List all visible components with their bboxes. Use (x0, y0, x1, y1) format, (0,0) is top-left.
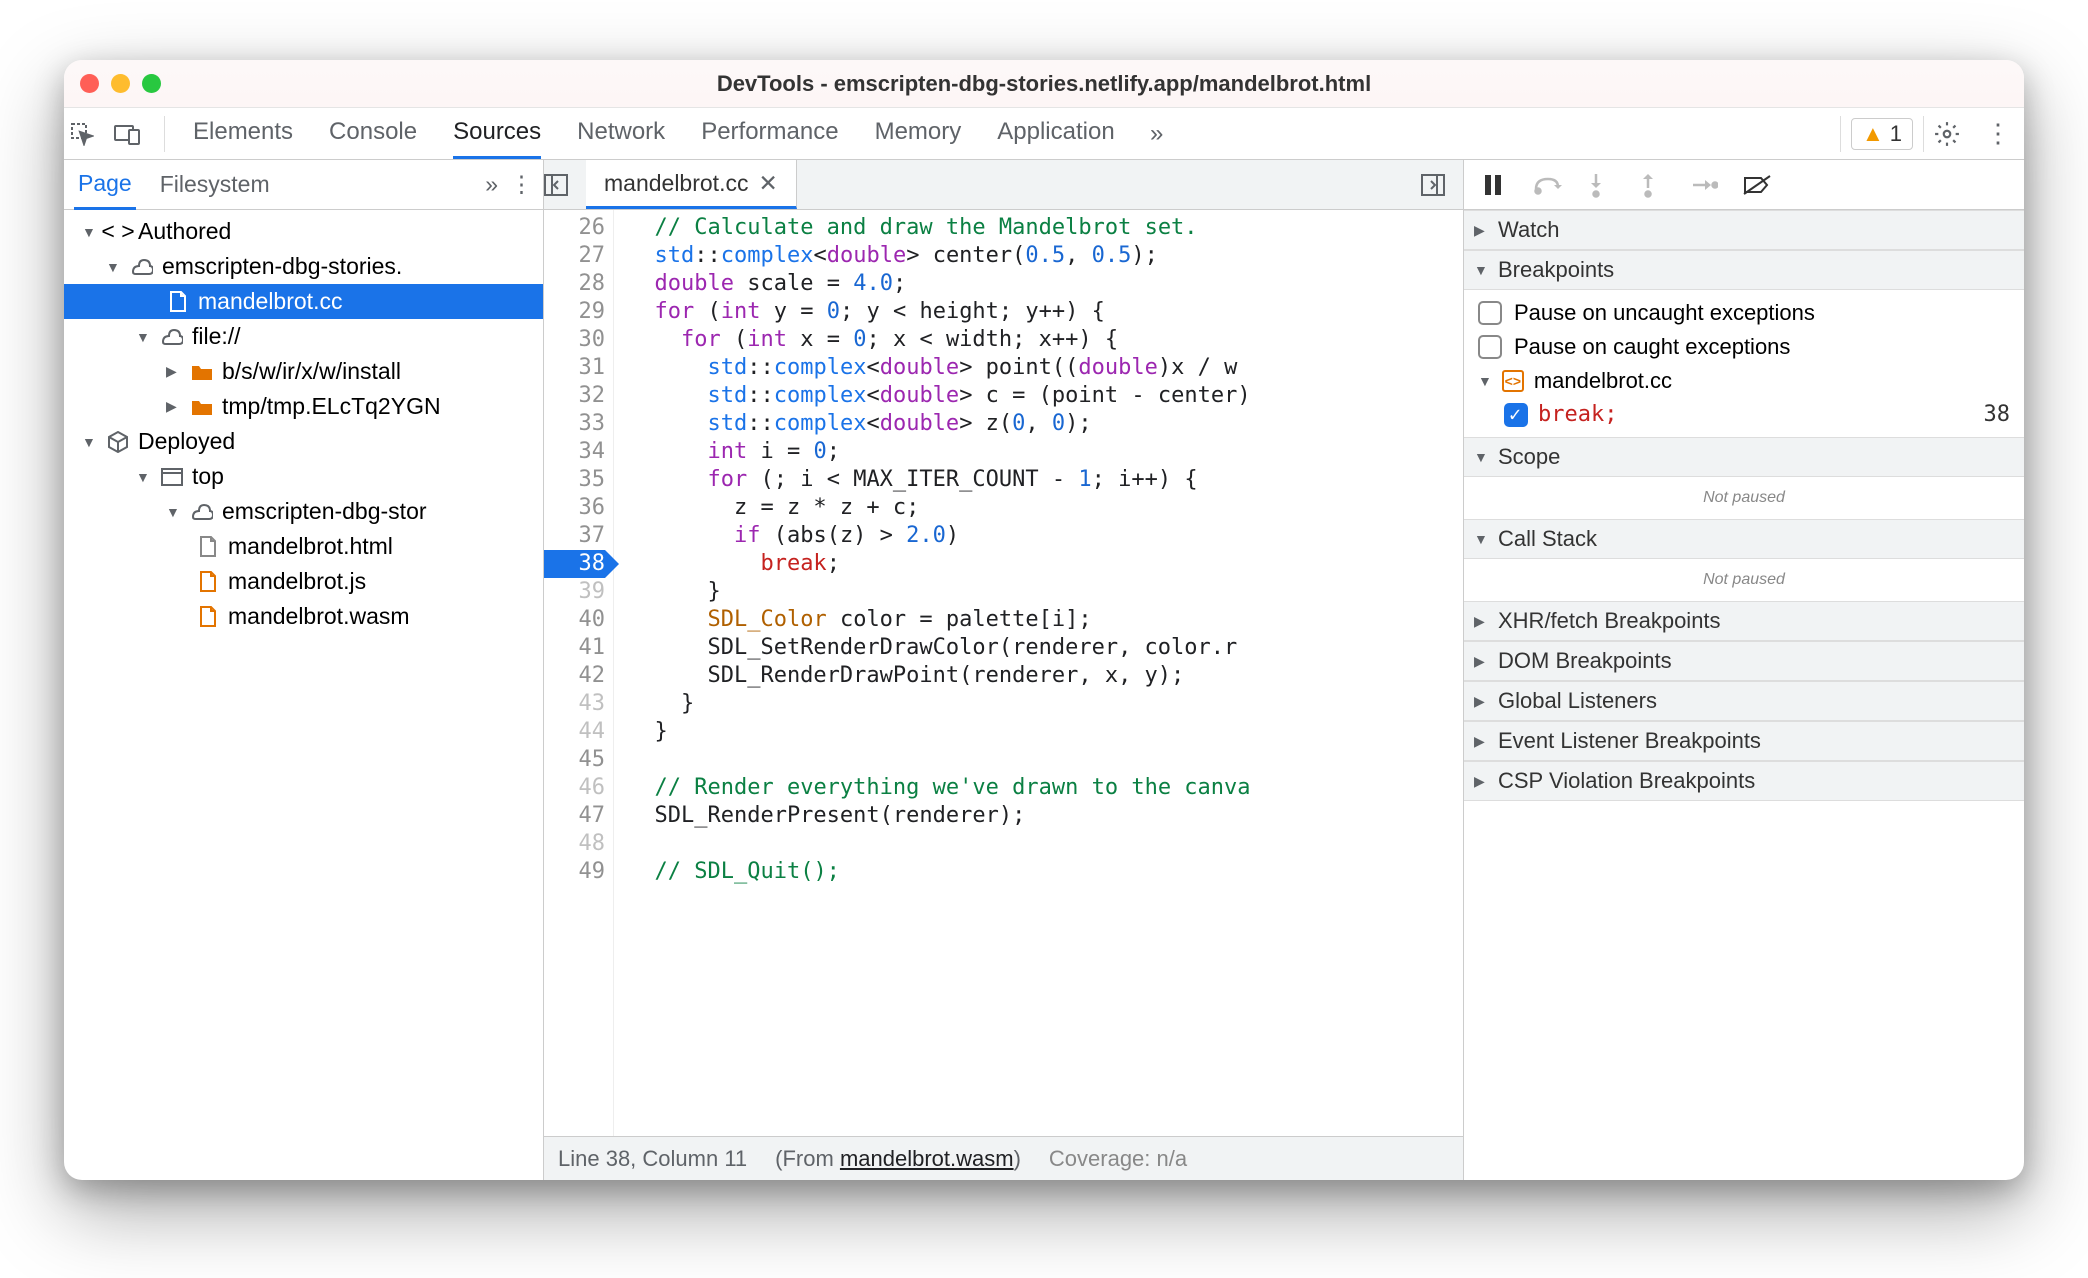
checkbox-icon[interactable] (1478, 301, 1502, 325)
step-icon[interactable] (1690, 175, 1716, 195)
nav-tab-page[interactable]: Page (74, 160, 136, 210)
step-into-icon[interactable] (1586, 172, 1612, 198)
kebab-menu-icon[interactable]: ⋮ (1978, 118, 2018, 149)
inspect-element-icon[interactable] (70, 122, 110, 146)
tab-sources[interactable]: Sources (453, 108, 541, 159)
tree-file-js[interactable]: mandelbrot.js (64, 564, 543, 599)
tab-console[interactable]: Console (329, 108, 417, 159)
window-title: DevTools - emscripten-dbg-stories.netlif… (64, 71, 2024, 97)
titlebar: DevTools - emscripten-dbg-stories.netlif… (64, 60, 2024, 108)
tree-folder-install[interactable]: ▶b/s/w/ir/x/w/install (64, 354, 543, 389)
tree-file-mandelbrot-cc[interactable]: mandelbrot.cc (64, 284, 543, 319)
tree-file-wasm[interactable]: mandelbrot.wasm (64, 599, 543, 634)
file-tree: ▼< >Authored ▼emscripten-dbg-stories. ma… (64, 210, 543, 1180)
section-event[interactable]: ▶Event Listener Breakpoints (1464, 721, 2024, 761)
traffic-lights (80, 74, 161, 93)
toggle-debugger-icon[interactable] (1421, 174, 1463, 196)
tab-memory[interactable]: Memory (875, 108, 962, 159)
callstack-not-paused: Not paused (1464, 559, 2024, 601)
editor-tabbar: mandelbrot.cc ✕ (544, 160, 1463, 210)
tree-file-html[interactable]: mandelbrot.html (64, 529, 543, 564)
cursor-position: Line 38, Column 11 (558, 1146, 747, 1172)
tab-elements[interactable]: Elements (193, 108, 293, 159)
tab-network[interactable]: Network (577, 108, 665, 159)
source-file-icon: <> (1502, 370, 1524, 392)
section-scope[interactable]: ▼Scope (1464, 437, 2024, 477)
devtools-window: DevTools - emscripten-dbg-stories.netlif… (64, 60, 2024, 1180)
source-from-link[interactable]: mandelbrot.wasm (840, 1146, 1014, 1171)
section-csp[interactable]: ▶CSP Violation Breakpoints (1464, 761, 2024, 801)
close-window-button[interactable] (80, 74, 99, 93)
editor-statusbar: Line 38, Column 11 (From mandelbrot.wasm… (544, 1136, 1463, 1180)
debugger-panel: ▶Watch ▼Breakpoints Pause on uncaught ex… (1464, 160, 2024, 1180)
editor-tab-label: mandelbrot.cc (604, 170, 748, 197)
navigator-tabs: Page Filesystem » ⋮ (64, 160, 543, 210)
settings-icon[interactable] (1934, 121, 1974, 147)
deactivate-breakpoints-icon[interactable] (1742, 173, 1768, 197)
tree-origin-authored[interactable]: ▼emscripten-dbg-stories. (64, 249, 543, 284)
close-tab-icon[interactable]: ✕ (758, 170, 777, 197)
section-dom[interactable]: ▶DOM Breakpoints (1464, 641, 2024, 681)
nav-tab-filesystem[interactable]: Filesystem (156, 161, 274, 208)
toggle-navigator-icon[interactable] (544, 174, 586, 196)
breakpoints-body: Pause on uncaught exceptions Pause on ca… (1464, 290, 2024, 437)
checkbox-icon[interactable] (1478, 335, 1502, 359)
navigator-panel: Page Filesystem » ⋮ ▼< >Authored ▼emscri… (64, 160, 544, 1180)
tree-file-protocol[interactable]: ▼file:// (64, 319, 543, 354)
breakpoint-entry[interactable]: break;38 (1476, 398, 2012, 431)
source-from: (From mandelbrot.wasm) (775, 1146, 1021, 1172)
section-watch[interactable]: ▶Watch (1464, 210, 2024, 250)
editor-tab-mandelbrot-cc[interactable]: mandelbrot.cc ✕ (586, 160, 797, 209)
scope-not-paused: Not paused (1464, 477, 2024, 519)
section-callstack[interactable]: ▼Call Stack (1464, 519, 2024, 559)
section-breakpoints[interactable]: ▼Breakpoints (1464, 250, 2024, 290)
fullscreen-window-button[interactable] (142, 74, 161, 93)
tree-authored[interactable]: ▼< >Authored (64, 214, 543, 249)
pause-uncaught-checkbox[interactable]: Pause on uncaught exceptions (1476, 296, 2012, 330)
section-xhr[interactable]: ▶XHR/fetch Breakpoints (1464, 601, 2024, 641)
checkbox-icon[interactable] (1504, 403, 1528, 427)
tree-top[interactable]: ▼top (64, 459, 543, 494)
line-gutter[interactable]: 2627282930313233343536373839404142434445… (544, 210, 614, 1136)
warnings-badge[interactable]: ▲ 1 (1851, 118, 1913, 150)
step-over-icon[interactable] (1534, 175, 1560, 195)
device-toolbar-icon[interactable] (114, 123, 154, 145)
tree-deployed[interactable]: ▼Deployed (64, 424, 543, 459)
main-toolbar: Elements Console Sources Network Perform… (64, 108, 2024, 160)
breakpoint-file[interactable]: ▼<>mandelbrot.cc (1476, 364, 2012, 398)
warning-icon: ▲ (1862, 121, 1884, 147)
nav-more-tabs-icon[interactable]: » (485, 171, 498, 198)
warning-count: 1 (1890, 121, 1902, 147)
tree-origin-deployed[interactable]: ▼emscripten-dbg-stor (64, 494, 543, 529)
coverage-info: Coverage: n/a (1049, 1146, 1187, 1172)
pause-resume-icon[interactable] (1482, 173, 1508, 197)
tab-application[interactable]: Application (997, 108, 1114, 159)
editor-panel: mandelbrot.cc ✕ 262728293031323334353637… (544, 160, 1464, 1180)
tree-folder-tmp[interactable]: ▶tmp/tmp.ELcTq2YGN (64, 389, 543, 424)
section-global[interactable]: ▶Global Listeners (1464, 681, 2024, 721)
tab-performance[interactable]: Performance (701, 108, 838, 159)
nav-kebab-icon[interactable]: ⋮ (510, 171, 533, 198)
pause-caught-checkbox[interactable]: Pause on caught exceptions (1476, 330, 2012, 364)
debugger-toolbar (1464, 160, 2024, 210)
code-editor[interactable]: 2627282930313233343536373839404142434445… (544, 210, 1463, 1136)
step-out-icon[interactable] (1638, 172, 1664, 198)
code-content[interactable]: // Calculate and draw the Mandelbrot set… (614, 210, 1463, 1136)
more-tabs-icon[interactable]: » (1137, 120, 1177, 148)
minimize-window-button[interactable] (111, 74, 130, 93)
panel-tabs: Elements Console Sources Network Perform… (175, 108, 1133, 159)
